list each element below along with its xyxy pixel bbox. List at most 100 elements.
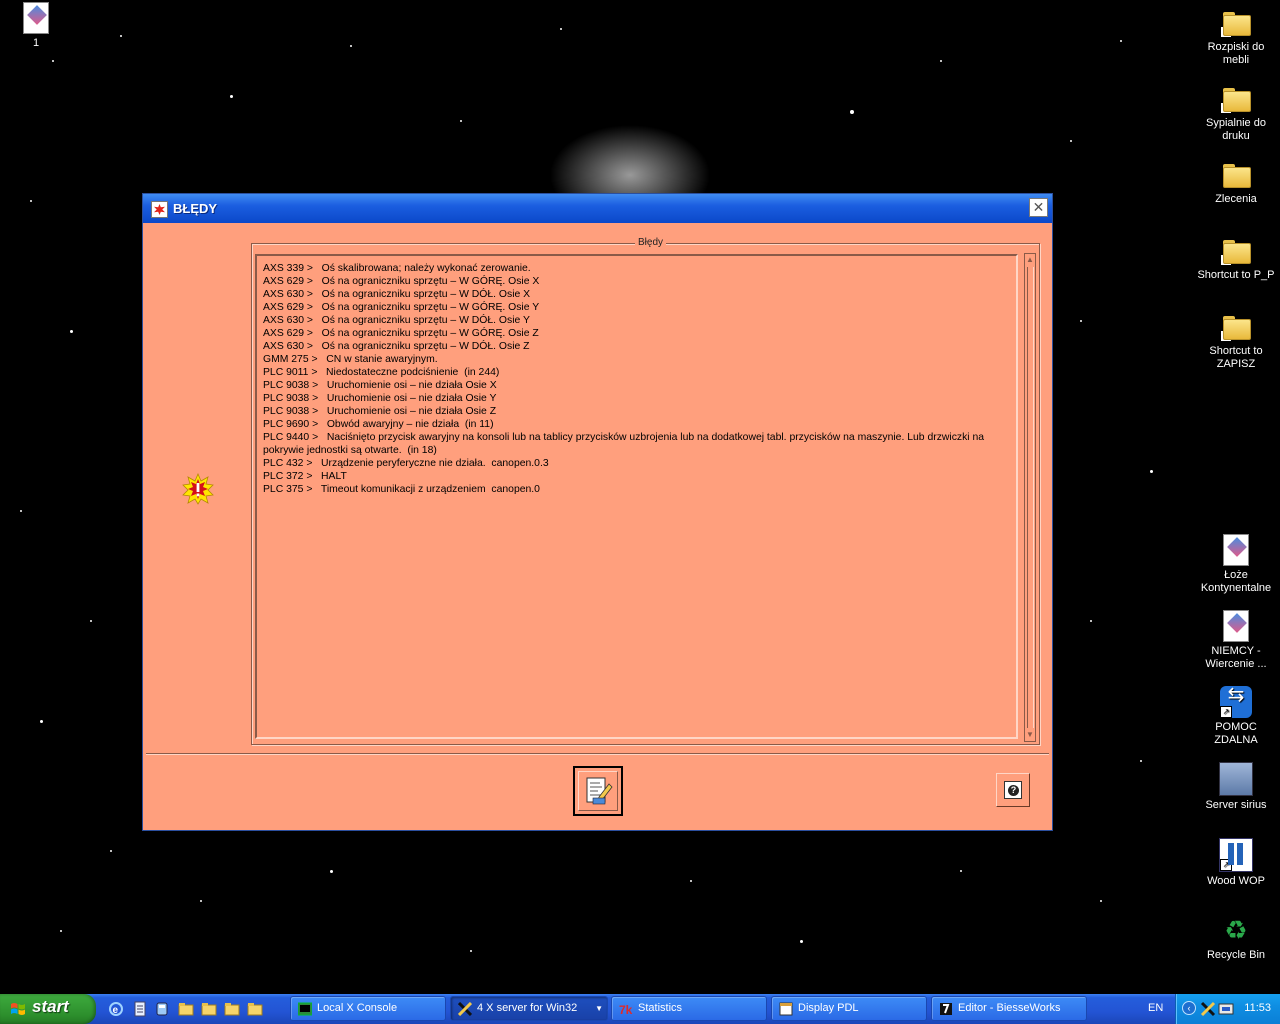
close-button[interactable]: ✕ [1029, 198, 1048, 217]
taskbar: start e Local X Console 4 X server for W… [0, 994, 1280, 1024]
tk-icon: 7k [619, 1003, 633, 1016]
errors-group: Błędy AXS 339 > Oś skalibrowana; należy … [251, 237, 1040, 745]
task-label: Display PDL [798, 1002, 859, 1014]
dialog-separator [146, 753, 1049, 755]
star [40, 720, 43, 723]
folder-icon[interactable] [201, 1001, 217, 1017]
paint-document-icon [23, 2, 49, 34]
desktop-icon-label: Shortcut to ZAPISZ [1209, 345, 1263, 370]
folder-icon[interactable] [247, 1001, 263, 1017]
scroll-down-arrow-icon[interactable]: ▼ [1025, 729, 1035, 741]
star [1140, 760, 1142, 762]
folder-shortcut-icon: ↗ [1220, 6, 1252, 38]
x-server-tray-icon[interactable] [1200, 1001, 1216, 1017]
help-button[interactable] [996, 773, 1030, 807]
task-label: Editor - BiesseWorks [958, 1002, 1061, 1014]
star [230, 95, 233, 98]
task-label: Statistics [638, 1002, 683, 1014]
star [350, 45, 352, 47]
desktop-icon-niemcy[interactable]: NIEMCY - Wiercenie ... [1196, 610, 1276, 671]
desktop-icon-label: Wood WOP [1207, 875, 1265, 887]
paint-document-icon [1223, 610, 1249, 642]
star [1070, 140, 1072, 142]
star [690, 880, 692, 882]
desktop-icon-recycle-bin[interactable]: Recycle Bin [1196, 914, 1276, 962]
task-statistics[interactable]: 7k Statistics [611, 996, 767, 1021]
x-server-icon [458, 1002, 472, 1016]
dialog-title: BŁĘDY [173, 201, 218, 216]
error-app-icon [151, 201, 168, 218]
report-edit-icon [586, 777, 613, 805]
desktop-icon-rozpiski[interactable]: ↗ Rozpiski do mebli [1196, 6, 1276, 67]
error-line: PLC 432 > Urządzenie peryferyczne nie dz… [263, 458, 549, 469]
report-button[interactable] [573, 766, 623, 816]
svg-text:e: e [113, 1005, 119, 1016]
folder-icon[interactable] [224, 1001, 240, 1017]
error-line: PLC 9690 > Obwód awaryjny – nie działa (… [263, 419, 494, 430]
desktop-icon-label: Rozpiski do mebli [1207, 41, 1265, 66]
clock[interactable]: 11:53 [1244, 1002, 1271, 1014]
task-x-server[interactable]: 4 X server for Win32 ▼ [450, 996, 608, 1021]
language-indicator[interactable]: EN [1148, 1002, 1163, 1014]
notepad-icon[interactable] [132, 1001, 148, 1017]
scroll-track[interactable] [1027, 267, 1034, 728]
star [60, 930, 62, 932]
desktop-icon-shortcut-p-p[interactable]: ↗ Shortcut to P_P [1196, 234, 1276, 282]
task-editor-biesseworks[interactable]: Editor - BiesseWorks [931, 996, 1087, 1021]
star [1090, 620, 1092, 622]
desktop-icon-label: Server sirius [1205, 799, 1267, 811]
desktop-icon-shortcut-zapisz[interactable]: ↗ Shortcut to ZAPISZ [1196, 310, 1276, 371]
star [1120, 40, 1122, 42]
error-line: PLC 372 > HALT [263, 471, 347, 482]
errors-dialog: BŁĘDY ✕ Błędy AXS 339 > Oś skalibrowana;… [142, 193, 1053, 831]
star [90, 620, 92, 622]
error-line: PLC 9038 > Uruchomienie osi – nie działa… [263, 393, 497, 404]
star [1080, 320, 1082, 322]
star [30, 200, 32, 202]
star [960, 870, 962, 872]
error-line: AXS 630 > Oś na ograniczniku sprzętu – W… [263, 341, 530, 352]
start-button[interactable]: start [0, 994, 96, 1024]
desktop-icon-zlecenia[interactable]: Zlecenia [1196, 158, 1276, 206]
errors-list[interactable]: AXS 339 > Oś skalibrowana; należy wykona… [255, 254, 1018, 739]
console-icon [298, 1002, 312, 1016]
star [1150, 470, 1153, 473]
folder-shortcut-icon: ↗ [1220, 82, 1252, 114]
desktop-icon-loze[interactable]: Łoże Kontynentalne [1196, 534, 1276, 595]
folder-shortcut-icon: ↗ [1220, 310, 1252, 342]
errors-group-label: Błędy [635, 237, 667, 248]
tool-icon[interactable] [154, 1001, 170, 1017]
dialog-titlebar[interactable]: BŁĘDY ✕ [143, 194, 1052, 223]
desktop-icon-label: Sypialnie do druku [1206, 117, 1266, 142]
desktop-icon-1[interactable]: 1 [0, 2, 76, 50]
scroll-up-arrow-icon[interactable]: ▲ [1025, 254, 1035, 266]
star [200, 900, 202, 902]
network-tray-icon[interactable] [1218, 1001, 1234, 1017]
desktop-icon-sypialnie[interactable]: ↗ Sypialnie do druku [1196, 82, 1276, 143]
star [800, 940, 803, 943]
paint-document-icon [1223, 534, 1249, 566]
desktop-icon-label: POMOC ZDALNA [1214, 721, 1258, 746]
star [940, 60, 942, 62]
desktop-icon-pomoc-zdalna[interactable]: ↗ POMOC ZDALNA [1196, 686, 1276, 747]
warning-burst-icon [182, 473, 214, 505]
start-label: start [32, 997, 69, 1016]
task-label: 4 X server for Win32 [477, 1002, 578, 1014]
desktop-icon-label: Recycle Bin [1206, 949, 1266, 961]
error-line: AXS 630 > Oś na ograniczniku sprzętu – W… [263, 289, 531, 300]
chevron-down-icon: ▼ [595, 1004, 603, 1013]
task-local-x-console[interactable]: Local X Console [290, 996, 446, 1021]
desktop-icon-label: Shortcut to P_P [1197, 269, 1275, 281]
error-line: AXS 629 > Oś na ograniczniku sprzętu – W… [263, 328, 539, 339]
folder-icon[interactable] [178, 1001, 194, 1017]
star [460, 120, 462, 122]
tray-expand-icon[interactable]: ‹ [1182, 1001, 1196, 1015]
ie-icon[interactable]: e [108, 1001, 124, 1017]
folder-icon [1220, 158, 1252, 190]
recycle-bin-icon [1220, 914, 1252, 946]
desktop-icon-server-sirius[interactable]: Server sirius [1196, 762, 1276, 812]
errors-scrollbar[interactable]: ▲ ▼ [1024, 253, 1036, 742]
desktop-icon-wood-wop[interactable]: ↗ Wood WOP [1196, 838, 1276, 888]
error-line: PLC 375 > Timeout komunikacji z urządzen… [263, 484, 540, 495]
task-display-pdl[interactable]: Display PDL [771, 996, 927, 1021]
